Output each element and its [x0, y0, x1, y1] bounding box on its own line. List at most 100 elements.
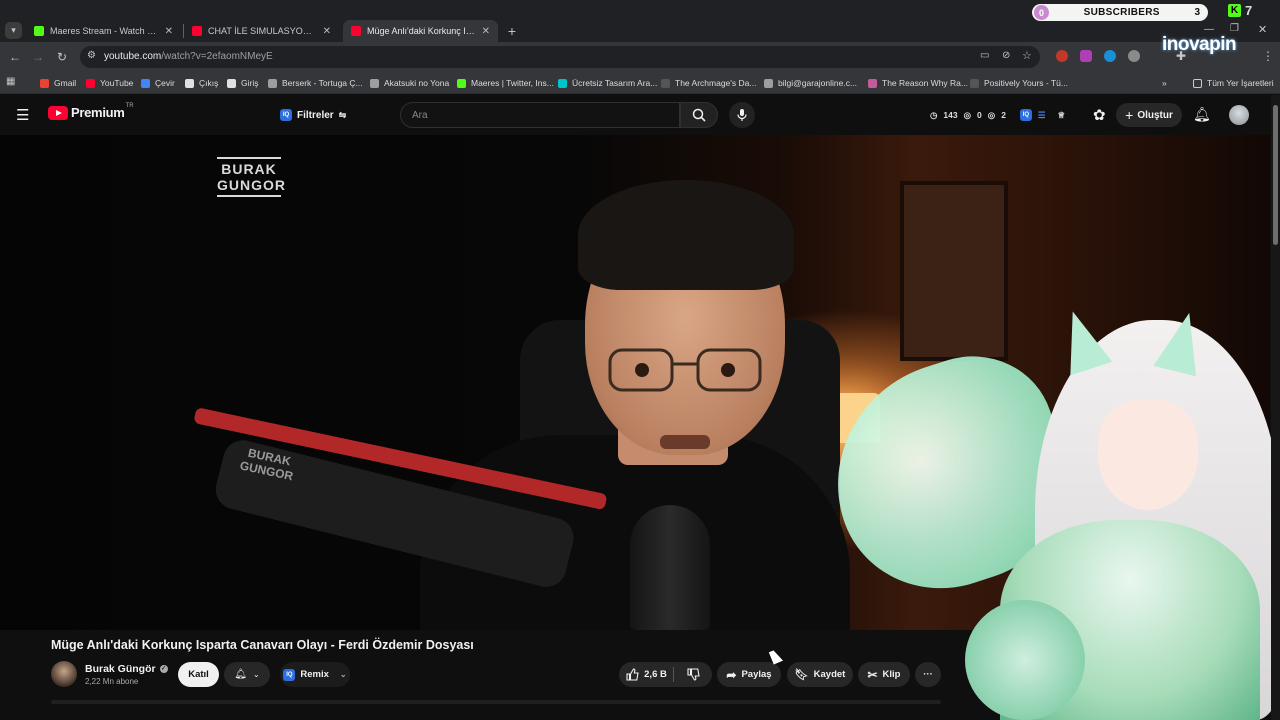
bookmark-item[interactable]: Berserk - Tortuga Ç...: [268, 76, 363, 90]
search-input[interactable]: [401, 103, 679, 127]
clock-icon: ◷: [930, 109, 938, 120]
bookmark-item[interactable]: Çevir: [141, 76, 175, 90]
search-button[interactable]: [680, 102, 718, 128]
voice-search-button[interactable]: [729, 102, 755, 128]
extension-icon[interactable]: [1080, 50, 1092, 62]
remix-button[interactable]: IQ Remix ⌄: [280, 662, 350, 687]
scissors-icon: ✂: [867, 667, 878, 682]
save-label: Kaydet: [813, 669, 846, 680]
description-box-edge: [51, 700, 941, 704]
bookmark-item[interactable]: Gmail: [40, 76, 76, 90]
channel-watermark[interactable]: BURAK GUNGOR: [217, 157, 285, 197]
window-close-icon[interactable]: ✕: [1258, 23, 1267, 36]
new-tab-button[interactable]: +: [504, 23, 520, 39]
notifications-bell-icon[interactable]: 🔔︎: [1193, 106, 1211, 123]
all-bookmarks-folder[interactable]: Tüm Yer İşaretleri: [1193, 76, 1274, 90]
tab-close-icon[interactable]: ✕: [323, 26, 331, 37]
trophy-icon[interactable]: ♕: [1058, 110, 1066, 121]
tab-chat-simulasyon[interactable]: CHAT İLE SIMULASYON KEYFİ | ✕: [184, 20, 339, 42]
extension-stats: ◷ 143 ◎ 0 ◎ 2 IQ ☰ ♕: [930, 109, 1065, 121]
bookmarks-overflow-button[interactable]: »: [1162, 76, 1167, 90]
youtube-masthead: ☰ Premium TR IQ Filtreler ⇋ ◷ 143 ◎ 0 ◎ 2 I…: [0, 95, 1280, 135]
chevron-down-icon[interactable]: ⌄: [340, 670, 347, 679]
subscribers-label: SUBSCRIBERS: [1083, 7, 1160, 18]
join-button[interactable]: Katıl: [178, 662, 219, 687]
video-title: Müge Anlı'daki Korkunç Isparta Canavarı …: [51, 638, 474, 652]
cast-icon[interactable]: ▭: [980, 50, 989, 61]
subscribers-overlay: 0 SUBSCRIBERS 3: [1032, 4, 1208, 21]
site-info-icon[interactable]: ⚙: [87, 50, 96, 61]
tab-search-icon[interactable]: ▾: [5, 22, 22, 39]
window-restore-icon[interactable]: ❐: [1230, 23, 1239, 34]
vtuber-face: [1098, 400, 1198, 510]
gmail-icon: [40, 78, 49, 88]
bookmark-item[interactable]: Maeres | Twitter, Ins...: [457, 76, 554, 90]
extension-icon[interactable]: [1056, 50, 1068, 62]
youtube-icon: [86, 78, 95, 88]
iq-extension-icon: IQ: [280, 109, 292, 121]
translate-icon: [141, 78, 150, 88]
share-button[interactable]: ➦ Paylaş: [717, 662, 781, 687]
eye-off-icon[interactable]: ⊘: [1002, 50, 1010, 61]
bookmark-icon: 🔖︎: [794, 669, 809, 681]
address-url[interactable]: youtube.com/watch?v=2efaomNMeyE: [104, 51, 273, 62]
page-icon: [185, 78, 194, 88]
youtube-premium-logo[interactable]: Premium TR: [48, 103, 134, 120]
forward-icon[interactable]: →: [31, 50, 45, 64]
site-icon: [970, 78, 979, 88]
extension-icon[interactable]: [1104, 50, 1116, 62]
channel-name-text[interactable]: Burak Güngör: [85, 663, 156, 675]
clip-button[interactable]: ✂ Klip: [858, 662, 910, 687]
bookmark-star-icon[interactable]: ☆: [1022, 49, 1032, 62]
kick-favicon-icon: [34, 26, 44, 36]
scrollbar-thumb[interactable]: [1273, 105, 1278, 245]
logo-text: Premium: [71, 105, 125, 120]
create-button[interactable]: + Oluştur: [1116, 103, 1182, 127]
bookmark-item[interactable]: Ücretsiz Tasarım Ara...: [558, 76, 657, 90]
bookmark-item[interactable]: The Reason Why Ra...: [868, 76, 968, 90]
address-bar[interactable]: ⚙ youtube.com/watch?v=2efaomNMeyE ▭ ⊘ ☆: [80, 46, 1040, 68]
dislike-button[interactable]: [674, 662, 712, 687]
tab-muge-anli-video[interactable]: Müge Anlı'daki Korkunç Isparta ✕: [343, 20, 498, 42]
subscription-bell-button[interactable]: 🔔︎ ⌄: [224, 662, 270, 687]
apps-grid-icon[interactable]: ▦: [6, 76, 15, 87]
tab-close-icon[interactable]: ✕: [165, 26, 173, 37]
bookmark-item[interactable]: Çıkış: [185, 76, 218, 90]
bookmark-item[interactable]: Giriş: [227, 76, 258, 90]
channel-avatar[interactable]: [51, 661, 77, 687]
bookmark-item[interactable]: Positively Yours - Tü...: [970, 76, 1068, 90]
channel-name[interactable]: Burak Güngör ✓: [85, 663, 168, 675]
bookmark-item[interactable]: The Archmage's Da...: [661, 76, 756, 90]
bookmark-item[interactable]: YouTube: [86, 76, 133, 90]
wall-frame: [900, 181, 1008, 361]
extension-icon[interactable]: [1128, 50, 1140, 62]
menu-icon[interactable]: ⋮: [1262, 49, 1274, 63]
youtube-favicon-icon: [351, 26, 361, 36]
eye-icon: ◎: [987, 109, 996, 120]
like-button[interactable]: 2,6 B: [619, 662, 674, 687]
more-actions-button[interactable]: ···: [915, 662, 941, 687]
logo-region: TR: [125, 103, 134, 109]
kick-follower-overlay: K 7: [1228, 3, 1252, 18]
globe-icon: [764, 78, 773, 88]
hamburger-menu-icon[interactable]: ☰: [16, 106, 29, 124]
search-icon: [692, 108, 706, 122]
tab-maeres-stream[interactable]: Maeres Stream - Watch Live on ✕: [26, 20, 181, 42]
save-button[interactable]: 🔖︎ Kaydet: [787, 662, 853, 687]
iq-extension-icon[interactable]: IQ: [1019, 109, 1032, 121]
verified-icon: ✓: [159, 664, 168, 673]
remix-label: Remix: [300, 669, 329, 680]
gear-extension-icon[interactable]: ✿: [1093, 106, 1106, 124]
filters-button[interactable]: IQ Filtreler ⇋: [272, 103, 354, 127]
bookmark-item[interactable]: Akatsuki no Yona: [370, 76, 449, 90]
search-box[interactable]: [400, 102, 680, 128]
back-icon[interactable]: ←: [8, 50, 22, 64]
list-icon[interactable]: ☰: [1038, 110, 1046, 121]
page-icon: [227, 78, 236, 88]
sliders-icon: ⇋: [338, 109, 347, 120]
stat-value: 0: [977, 110, 982, 120]
tab-close-icon[interactable]: ✕: [482, 26, 490, 37]
account-avatar[interactable]: [1229, 105, 1249, 125]
reload-icon[interactable]: ↻: [55, 50, 69, 64]
bookmark-item[interactable]: bilgi@garajonline.c...: [764, 76, 857, 90]
